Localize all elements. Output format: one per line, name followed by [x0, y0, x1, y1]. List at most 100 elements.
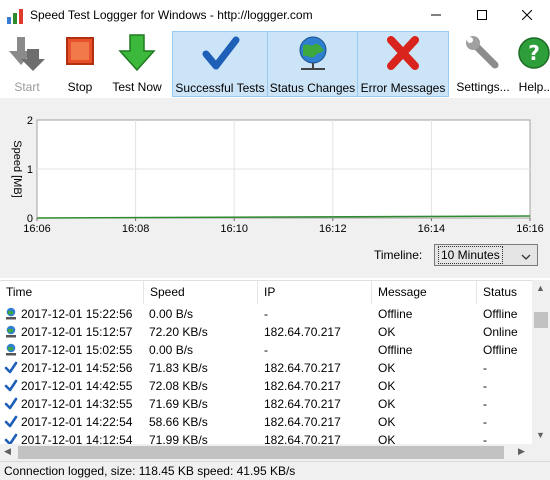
table-row[interactable]: 2017-12-01 14:32:55 71.69 KB/s 182.64.70.2… [0, 395, 532, 413]
test-now-button[interactable]: Test Now [108, 31, 166, 97]
settings-button[interactable]: Settings... [454, 31, 512, 97]
log-table: Time Speed IP Message Status 2017-12-01 … [0, 280, 532, 444]
table-row[interactable]: 2017-12-01 15:02:55 0.00 B/s - Offline Offli… [0, 341, 532, 359]
scroll-up-icon[interactable]: ▲ [536, 283, 545, 293]
cell-ip: - [264, 343, 268, 357]
column-header-message[interactable]: Message [372, 281, 477, 304]
cell-message: OK [378, 415, 396, 429]
cell-message: Offline [378, 343, 413, 357]
table-row[interactable]: 2017-12-01 14:12:54 71.99 KB/s 182.64.70.2… [0, 431, 532, 444]
time-text: 2017-12-01 14:12:54 [21, 433, 133, 444]
vertical-scroll-thumb[interactable] [534, 312, 548, 328]
checkmark-icon [4, 397, 18, 411]
start-label: Start [14, 80, 40, 94]
cell-status: - [483, 433, 487, 444]
chevron-down-icon [521, 250, 531, 264]
cell-ip: 182.64.70.217 [264, 361, 341, 375]
minimize-icon [431, 9, 441, 23]
time-text: 2017-12-01 15:12:57 [21, 325, 133, 339]
cell-ip: 182.64.70.217 [264, 325, 341, 339]
speed-logger-app-icon [6, 7, 24, 25]
vertical-scrollbar[interactable]: ▲ ▼ [532, 280, 550, 444]
title-bar: Speed Test Loggger for Windows - http://… [0, 0, 550, 31]
settings-label: Settings... [456, 80, 510, 94]
cell-time: 2017-12-01 14:42:55 [4, 377, 132, 395]
user-globe-icon [4, 307, 18, 321]
cell-status: Online [483, 325, 518, 339]
scroll-left-icon[interactable]: ◀ [4, 446, 11, 457]
maximize-icon [477, 9, 487, 23]
maximize-button[interactable] [459, 0, 505, 31]
cell-time: 2017-12-01 14:12:54 [4, 431, 132, 444]
checkmark-icon [4, 415, 18, 429]
cell-message: OK [378, 361, 396, 375]
checkmark-icon [4, 433, 18, 444]
successful-tests-toggle[interactable]: Successful Tests [172, 31, 268, 97]
svg-text:?: ? [528, 41, 540, 65]
cell-speed: 72.08 KB/s [149, 379, 208, 393]
column-header-time[interactable]: Time [0, 281, 144, 304]
status-text: Connection logged, size: 118.45 KB speed… [4, 464, 296, 478]
cell-message: OK [378, 433, 396, 444]
cell-time: 2017-12-01 14:52:56 [4, 359, 132, 377]
horizontal-scrollbar[interactable]: ◀ ▶ [0, 444, 532, 461]
y-tick-label: 2 [27, 115, 33, 127]
scroll-down-icon[interactable]: ▼ [536, 430, 545, 440]
help-question-icon: ? [516, 33, 550, 73]
table-row[interactable]: 2017-12-01 15:12:57 72.20 KB/s 182.64.70.2… [0, 323, 532, 341]
cell-ip: 182.64.70.217 [264, 379, 341, 393]
cell-time: 2017-12-01 15:02:55 [4, 341, 132, 359]
column-header-speed[interactable]: Speed [144, 281, 258, 304]
time-text: 2017-12-01 14:32:55 [21, 397, 133, 411]
x-tick-label: 16:08 [122, 223, 150, 235]
x-tick-label: 16:16 [516, 223, 544, 235]
x-tick-label: 16:10 [220, 223, 248, 235]
cell-ip: - [264, 307, 268, 321]
cell-status: - [483, 361, 487, 375]
cell-status: - [483, 415, 487, 429]
cell-status: Offline [483, 343, 518, 357]
cell-message: OK [378, 379, 396, 393]
green-arrow-down-icon [117, 33, 157, 73]
cell-time: 2017-12-01 14:22:54 [4, 413, 132, 431]
column-header-status[interactable]: Status [477, 281, 532, 304]
timeline-selected-value: 10 Minutes [438, 246, 503, 264]
checkmark-icon [4, 379, 18, 393]
cell-message: OK [378, 325, 396, 339]
close-button[interactable] [504, 0, 550, 31]
scrollbar-corner [532, 444, 550, 461]
cell-speed: 72.20 KB/s [149, 325, 208, 339]
scroll-right-icon[interactable]: ▶ [518, 446, 525, 457]
cell-time: 2017-12-01 15:12:57 [4, 323, 132, 341]
cell-status: Offline [483, 307, 518, 321]
cell-time: 2017-12-01 14:32:55 [4, 395, 132, 413]
table-row[interactable]: 2017-12-01 14:52:56 71.83 KB/s 182.64.70.2… [0, 359, 532, 377]
timeline-select[interactable]: 10 Minutes [434, 244, 538, 266]
status-changes-label: Status Changes [269, 81, 356, 95]
help-button[interactable]: ? Help... [516, 31, 550, 97]
cell-ip: 182.64.70.217 [264, 433, 341, 444]
status-changes-toggle[interactable]: Status Changes [267, 31, 358, 97]
horizontal-scroll-thumb[interactable] [18, 446, 504, 459]
cell-speed: 58.66 KB/s [149, 415, 208, 429]
stop-button[interactable]: Stop [58, 31, 102, 97]
column-header-ip[interactable]: IP [258, 281, 372, 304]
y-tick-label: 1 [27, 164, 33, 176]
checkmark-icon [200, 34, 240, 74]
table-row[interactable]: 2017-12-01 14:22:54 58.66 KB/s 182.64.70.2… [0, 413, 532, 431]
cell-message: OK [378, 397, 396, 411]
table-row[interactable]: 2017-12-01 15:22:56 0.00 B/s - Offline Offli… [0, 305, 532, 323]
cell-speed: 71.99 KB/s [149, 433, 208, 444]
status-bar: Connection logged, size: 118.45 KB speed… [0, 461, 550, 480]
cell-status: - [483, 397, 487, 411]
minimize-button[interactable] [413, 0, 459, 31]
start-button[interactable]: Start [5, 31, 49, 97]
globe-network-icon [293, 34, 333, 74]
cell-message: Offline [378, 307, 413, 321]
error-messages-toggle[interactable]: Error Messages [357, 31, 449, 97]
cell-ip: 182.64.70.217 [264, 415, 341, 429]
cell-status: - [483, 379, 487, 393]
user-globe-icon [4, 343, 18, 357]
table-row[interactable]: 2017-12-01 14:42:55 72.08 KB/s 182.64.70.2… [0, 377, 532, 395]
toolbar: Start Stop Test Now Successful Tests Sta… [0, 31, 550, 98]
